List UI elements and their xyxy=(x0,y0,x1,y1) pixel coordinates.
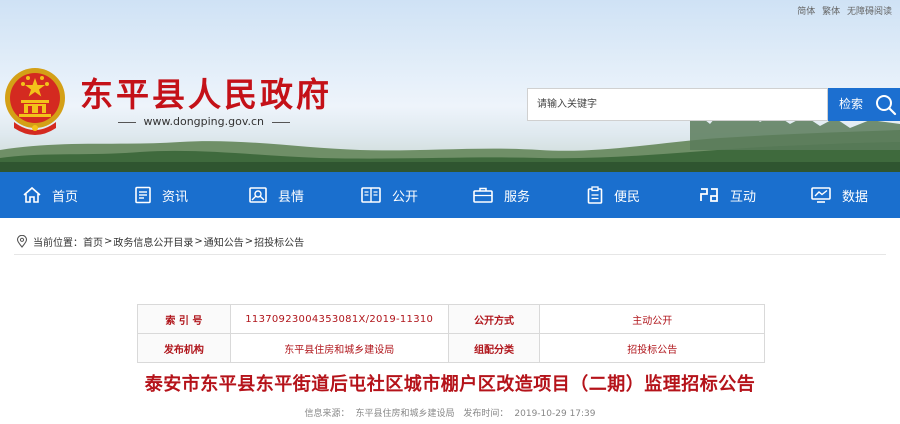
breadcrumb-notices[interactable]: 通知公告 xyxy=(204,234,244,249)
document-meta-table: 索 引 号 11370923004353081X/2019-11310 公开方式… xyxy=(137,304,765,363)
source-value: 东平县住房和城乡建设局 xyxy=(355,409,455,419)
nav-label-open: 公开 xyxy=(392,189,419,205)
nav-item-news[interactable]: 资讯 xyxy=(134,172,188,218)
header-banner: 简体 繁体 无障碍阅读 东平县人民政府 www.dongping.gov.cn … xyxy=(0,0,900,172)
briefcase-icon xyxy=(473,187,493,203)
nav-label-interaction: 互动 xyxy=(730,189,757,205)
nav-label-county-info: 县情 xyxy=(278,189,305,205)
county-info-icon xyxy=(249,187,267,203)
publish-time-value: 2019-10-29 17:39 xyxy=(514,409,596,419)
breadcrumb-tender[interactable]: 招投标公告 xyxy=(254,234,304,249)
breadcrumb-separator: > xyxy=(104,236,113,247)
breadcrumb: 当前位置： 首页 > 政务信息公开目录 > 通知公告 > 招投标公告 xyxy=(16,234,304,249)
lang-simplified-link[interactable]: 简体 xyxy=(797,7,815,17)
breadcrumb-prefix: 当前位置： xyxy=(33,238,83,249)
category-label: 组配分类 xyxy=(447,333,541,363)
category-value: 招投标公告 xyxy=(539,333,765,363)
nav-label-convenience: 便民 xyxy=(614,189,641,205)
nav-item-county-info[interactable]: 县情 xyxy=(248,172,304,218)
index-number-label: 索 引 号 xyxy=(137,304,231,334)
url-dash-left xyxy=(118,121,136,123)
breadcrumb-catalog[interactable]: 政务信息公开目录 xyxy=(113,234,193,249)
chart-monitor-icon xyxy=(811,187,831,203)
nav-label-news: 资讯 xyxy=(162,189,189,205)
url-dash-right xyxy=(271,121,290,123)
nav-item-data[interactable]: 数据 xyxy=(810,172,868,218)
index-number-value: 11370923004353081X/2019-11310 xyxy=(229,304,449,334)
breadcrumb-home[interactable]: 首页 xyxy=(83,234,103,249)
publish-time-label: 发布时间： xyxy=(463,409,509,419)
nav-item-open[interactable]: 公开 xyxy=(360,172,418,218)
nav-item-convenience[interactable]: 便民 xyxy=(586,172,640,218)
breadcrumb-separator: > xyxy=(244,236,254,247)
interaction-icon xyxy=(700,188,718,202)
breadcrumb-separator: > xyxy=(194,236,203,247)
accessibility-link[interactable]: 无障碍阅读 xyxy=(847,7,892,17)
site-url: www.dongping.gov.cn xyxy=(114,115,294,128)
article-title: 泰安市东平县东平街道后屯社区城市棚户区改造项目（二期）监理招标公告 xyxy=(144,374,756,395)
site-url-text: www.dongping.gov.cn xyxy=(143,115,265,128)
nav-item-home[interactable]: 首页 xyxy=(22,172,78,218)
language-links: 简体 繁体 无障碍阅读 xyxy=(793,4,892,17)
breadcrumb-divider xyxy=(14,254,886,255)
disclosure-method-value: 主动公开 xyxy=(539,304,765,334)
table-row: 索 引 号 11370923004353081X/2019-11310 公开方式… xyxy=(137,304,765,334)
nav-item-service[interactable]: 服务 xyxy=(472,172,530,218)
disclosure-method-label: 公开方式 xyxy=(447,304,541,334)
main-nav: 首页 资讯 县情 公开 服务 便民 互动 数据 xyxy=(0,172,900,218)
publisher-label: 发布机构 xyxy=(137,333,231,363)
nav-item-interaction[interactable]: 互动 xyxy=(698,172,756,218)
news-icon xyxy=(135,186,151,204)
table-row: 发布机构 东平县住房和城乡建设局 组配分类 招投标公告 xyxy=(137,333,765,363)
search-icon[interactable] xyxy=(874,88,900,121)
national-emblem-logo xyxy=(5,68,65,135)
source-label: 信息来源： xyxy=(304,409,350,419)
site-title: 东平县人民政府 xyxy=(80,75,332,114)
nav-label-data: 数据 xyxy=(842,189,869,205)
search-button[interactable]: 检索 xyxy=(828,88,874,121)
home-icon xyxy=(23,186,41,203)
search-box xyxy=(527,88,828,121)
lang-traditional-link[interactable]: 繁体 xyxy=(822,7,840,17)
open-book-icon xyxy=(361,187,381,203)
location-pin-icon xyxy=(16,235,28,248)
clipboard-icon xyxy=(587,186,603,204)
article-info: 信息来源： 东平县住房和城乡建设局 发布时间： 2019-10-29 17:39 xyxy=(0,406,900,419)
nav-label-home: 首页 xyxy=(52,189,79,205)
publisher-value: 东平县住房和城乡建设局 xyxy=(229,333,449,363)
nav-label-service: 服务 xyxy=(504,189,531,205)
search-input[interactable] xyxy=(528,89,817,120)
